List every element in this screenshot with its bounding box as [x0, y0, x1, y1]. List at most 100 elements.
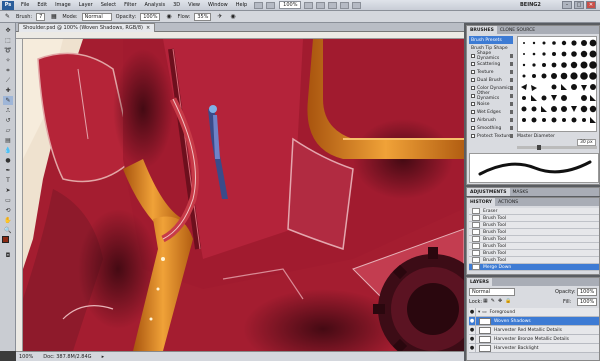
tab-history[interactable]: HISTORY: [467, 198, 496, 206]
brush-option-other-dynamics[interactable]: Other Dynamics: [469, 91, 513, 101]
move-tool-icon[interactable]: ✥: [3, 26, 13, 35]
history-brush-icon[interactable]: [472, 243, 480, 249]
status-arrow-icon[interactable]: ▸: [102, 354, 105, 360]
history-brush-icon[interactable]: [472, 215, 480, 221]
clone-stamp-tool-icon[interactable]: ⎍: [3, 106, 13, 115]
path-selection-tool-icon[interactable]: ➤: [3, 186, 13, 195]
minimize-button[interactable]: –: [562, 1, 572, 9]
flow-field[interactable]: 35%: [194, 12, 212, 21]
history-brush-icon[interactable]: [472, 222, 480, 228]
history-brush-icon[interactable]: [472, 257, 480, 263]
layer-row-selected[interactable]: ● Woven Shadows: [469, 316, 599, 326]
lock-all-icon[interactable]: 🔒: [505, 298, 511, 304]
checkbox[interactable]: [471, 94, 475, 98]
hand-tool-button[interactable]: [304, 1, 314, 9]
quick-mask-icon[interactable]: ◘: [3, 251, 13, 260]
blur-tool-icon[interactable]: 💧: [3, 146, 13, 155]
layer-opacity-field[interactable]: 100%: [577, 288, 597, 296]
checkbox[interactable]: [471, 78, 475, 82]
lock-icon[interactable]: [510, 70, 513, 74]
visibility-eye-icon[interactable]: ●: [469, 316, 476, 326]
mode-select[interactable]: Normal: [81, 12, 112, 21]
brush-option-noise[interactable]: Noise: [469, 100, 513, 108]
brush-tip-grid[interactable]: [517, 36, 597, 132]
visibility-eye-icon[interactable]: ●: [469, 325, 476, 335]
brush-panel-toggle-icon[interactable]: ▦: [49, 13, 58, 21]
brush-option-wet-edges[interactable]: Wet Edges: [469, 108, 513, 116]
lock-position-icon[interactable]: ✥: [498, 298, 502, 304]
checkbox[interactable]: [471, 70, 475, 74]
workspace-name[interactable]: BEING2: [520, 2, 541, 8]
master-diameter-field[interactable]: 30 px: [577, 139, 596, 146]
menu-filter[interactable]: Filter: [120, 2, 140, 8]
brush-tool-icon[interactable]: ✎: [3, 96, 13, 105]
crop-tool-icon[interactable]: ⌗: [3, 66, 13, 75]
fill-field[interactable]: 100%: [577, 298, 597, 306]
brush-option-shape-dynamics[interactable]: Shape Dynamics: [469, 51, 513, 61]
history-brush-tool-icon[interactable]: ↺: [3, 116, 13, 125]
lasso-tool-icon[interactable]: ➰: [3, 46, 13, 55]
brush-size-picker[interactable]: 7: [36, 12, 46, 21]
document-size-readout[interactable]: Doc: 387.8M/2.84G: [43, 354, 91, 360]
close-button[interactable]: ✕: [586, 1, 596, 9]
zoom-level-select[interactable]: 100%: [279, 1, 302, 9]
lock-icon[interactable]: [510, 78, 513, 82]
lock-icon[interactable]: [510, 110, 513, 114]
master-diameter-slider[interactable]: [517, 145, 597, 150]
quick-selection-tool-icon[interactable]: ✧: [3, 56, 13, 65]
menu-image[interactable]: Image: [51, 2, 75, 8]
checkbox[interactable]: [471, 134, 475, 138]
brush-option-scattering[interactable]: Scattering: [469, 60, 513, 68]
lock-pixels-icon[interactable]: ✎: [491, 298, 495, 304]
history-brush-icon[interactable]: [472, 264, 480, 270]
hand-tool-icon[interactable]: ✋: [3, 216, 13, 225]
lock-icon[interactable]: [510, 102, 513, 106]
launch-bridge-button[interactable]: [254, 1, 264, 9]
checkbox[interactable]: [471, 62, 475, 66]
type-tool-icon[interactable]: T: [3, 176, 13, 185]
history-step[interactable]: Eraser: [469, 208, 599, 215]
layer-row[interactable]: ● Harvester Bronze Metallic Details: [469, 334, 599, 344]
history-step[interactable]: Brush Tool: [469, 236, 599, 243]
visibility-eye-icon[interactable]: ●: [469, 343, 476, 353]
horizontal-ruler[interactable]: [16, 32, 464, 39]
zoom-readout[interactable]: 100%: [19, 354, 33, 360]
lock-icon[interactable]: [510, 118, 513, 122]
brush-option-texture[interactable]: Texture: [469, 68, 513, 76]
checkbox[interactable]: [471, 102, 475, 106]
healing-brush-tool-icon[interactable]: ✚: [3, 86, 13, 95]
menu-select[interactable]: Select: [97, 2, 120, 8]
close-tab-icon[interactable]: ×: [146, 25, 150, 31]
tab-brushes[interactable]: BRUSHES: [467, 26, 497, 34]
checkbox[interactable]: [471, 86, 475, 90]
brush-option-protect-texture[interactable]: Protect Texture: [469, 132, 513, 140]
zoom-tool-button[interactable]: [316, 1, 326, 9]
pressure-size-icon[interactable]: ◉: [228, 13, 237, 21]
brush-option-smoothing[interactable]: Smoothing: [469, 124, 513, 132]
lock-icon[interactable]: [510, 94, 513, 98]
tab-actions[interactable]: ACTIONS: [495, 198, 521, 206]
brush-option-airbrush[interactable]: Airbrush: [469, 116, 513, 124]
tab-clone-source[interactable]: CLONE SOURCE: [497, 26, 538, 34]
screen-mode-button[interactable]: [352, 1, 362, 9]
tab-masks[interactable]: MASKS: [510, 188, 532, 196]
lock-icon[interactable]: [510, 134, 513, 138]
visibility-eye-icon[interactable]: ●: [469, 334, 476, 344]
history-step[interactable]: Brush Tool: [469, 215, 599, 222]
3d-rotate-tool-icon[interactable]: ⟲: [3, 206, 13, 215]
history-step[interactable]: Brush Tool: [469, 250, 599, 257]
layer-row[interactable]: ● Harvester Backlight: [469, 343, 599, 353]
airbrush-icon[interactable]: ✈: [215, 13, 224, 21]
launch-minibridge-button[interactable]: [266, 1, 276, 9]
brush-option-presets[interactable]: Brush Presets: [469, 36, 513, 44]
history-brush-icon[interactable]: [472, 208, 480, 214]
history-step-current[interactable]: Merge Down: [469, 264, 599, 271]
layer-row[interactable]: ● Harvester Red Metallic Details: [469, 325, 599, 335]
expand-arrow-icon[interactable]: ▾: [478, 310, 480, 315]
blend-mode-select[interactable]: Normal: [469, 288, 515, 296]
checkbox[interactable]: [471, 110, 475, 114]
lock-icon[interactable]: [510, 54, 513, 58]
menu-layer[interactable]: Layer: [75, 2, 97, 8]
history-step[interactable]: Brush Tool: [469, 257, 599, 264]
slider-handle[interactable]: [537, 145, 541, 150]
